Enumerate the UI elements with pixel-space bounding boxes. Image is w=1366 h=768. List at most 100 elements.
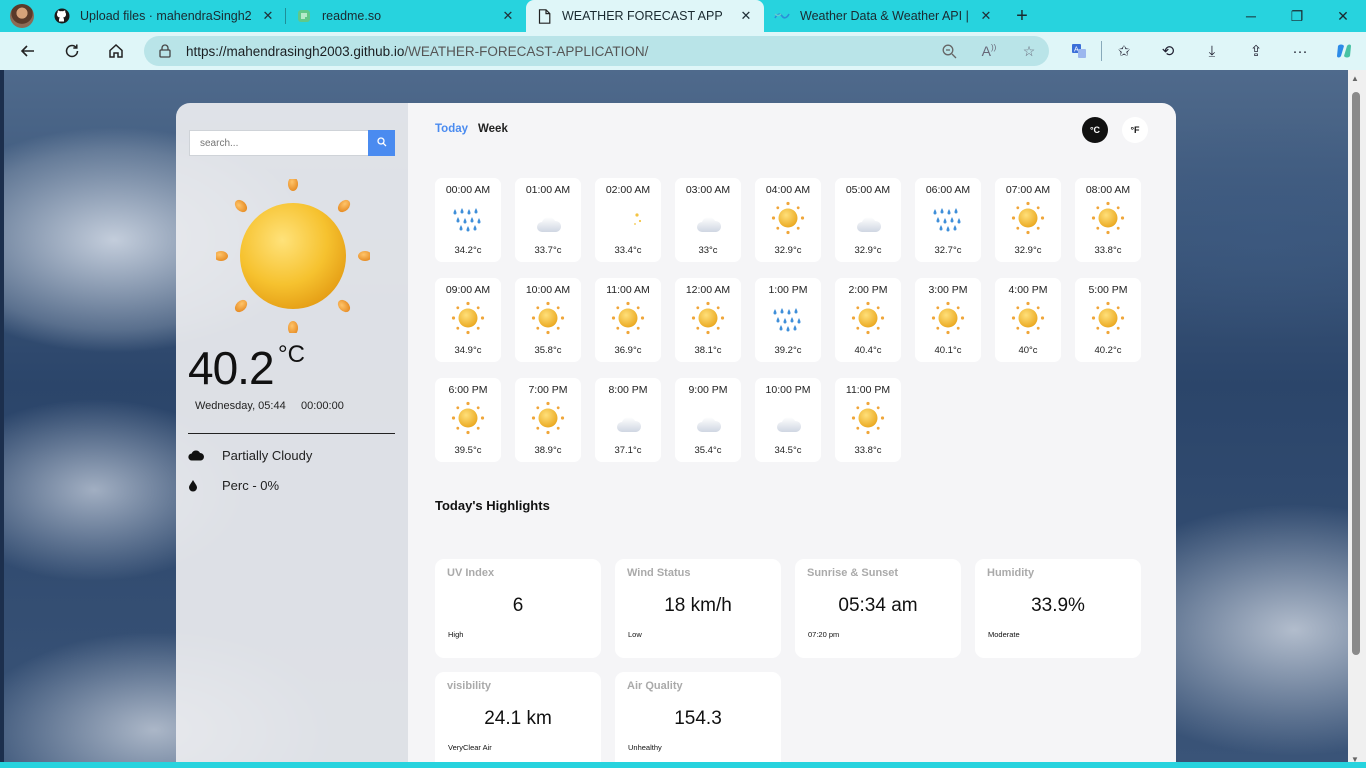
hour-time: 9:00 PM	[688, 384, 728, 396]
highlight-status: Unhealthy	[628, 743, 662, 752]
moon-cloud-icon	[690, 400, 726, 436]
hour-time: 3:00 PM	[928, 284, 968, 296]
hourly-card: 07:00 AM 32.9°c	[995, 178, 1061, 262]
history-icon[interactable]: ⟲	[1146, 32, 1190, 70]
weather-app-card: 40.2 °C Wednesday, 05:44 00:00:00 Partia…	[176, 103, 1176, 768]
highlight-status: Low	[628, 630, 642, 639]
favorite-star-icon[interactable]: ☆	[1009, 43, 1049, 60]
hour-temperature: 32.7°c	[934, 245, 962, 256]
browser-navbar: https://mahendrasingh2003.github.io/WEAT…	[0, 32, 1366, 70]
favorites-icon[interactable]: ✩	[1102, 32, 1146, 70]
translate-icon[interactable]: A	[1057, 32, 1101, 70]
read-aloud-icon[interactable]: A))	[969, 43, 1009, 59]
tab-today[interactable]: Today	[435, 123, 468, 135]
zoom-out-icon[interactable]	[929, 44, 969, 59]
hourly-card: 5:00 PM 40.2°c	[1075, 278, 1141, 362]
tab-visualcrossing[interactable]: Weather Data & Weather API | Vi ✕	[764, 0, 1004, 32]
refresh-icon[interactable]	[50, 32, 94, 70]
tab-readme[interactable]: readme.so ✕	[286, 0, 526, 32]
tab-title: Upload files · mahendraSingh200	[80, 9, 252, 23]
forecast-panel: Today Week °C °F 00:00 AM 34.2°c 01:00 AM 3…	[408, 103, 1176, 768]
hourly-card: 09:00 AM 34.9°c	[435, 278, 501, 362]
hourly-card: 4:00 PM 40°c	[995, 278, 1061, 362]
page-scrollbar[interactable]: ▲ ▼	[1348, 70, 1366, 768]
sun-icon	[610, 300, 646, 336]
search-button[interactable]	[368, 130, 395, 156]
search-input[interactable]	[189, 130, 368, 156]
scrollbar-thumb[interactable]	[1352, 92, 1360, 655]
highlight-value: 05:34 am	[838, 595, 918, 616]
hourly-card: 08:00 AM 33.8°c	[1075, 178, 1141, 262]
tab-title: readme.so	[322, 9, 382, 23]
search-bar	[189, 130, 395, 156]
new-tab-button[interactable]: +	[1004, 0, 1040, 32]
share-icon[interactable]: ⇪	[1234, 32, 1278, 70]
rain-icon	[930, 200, 966, 236]
condition-text: Partially Cloudy	[222, 447, 313, 463]
hour-time: 7:00 PM	[528, 384, 568, 396]
hour-temperature: 40°c	[1018, 345, 1038, 356]
highlight-value: 18 km/h	[664, 595, 732, 616]
highlight-status: VeryClear Air	[448, 743, 492, 752]
hour-time: 01:00 AM	[525, 184, 571, 196]
hour-time: 1:00 PM	[768, 284, 808, 296]
close-icon[interactable]: ✕	[738, 8, 754, 24]
hour-time: 02:00 AM	[605, 184, 651, 196]
hourly-card: 8:00 PM 37.1°c	[595, 378, 661, 462]
hour-time: 8:00 PM	[608, 384, 648, 396]
download-icon[interactable]: ⤓	[1190, 32, 1234, 70]
scroll-up-icon[interactable]: ▲	[1351, 74, 1359, 83]
highlight-label: UV Index	[447, 567, 495, 579]
window-close-icon[interactable]: ✕	[1320, 0, 1366, 32]
celsius-button[interactable]: °C	[1082, 117, 1108, 143]
lock-icon[interactable]	[144, 44, 186, 58]
moon-cloud-icon	[770, 400, 806, 436]
home-icon[interactable]	[94, 32, 138, 70]
copilot-icon[interactable]	[1322, 32, 1366, 70]
sun-icon	[690, 300, 726, 336]
sun-icon	[1010, 200, 1046, 236]
droplet-icon	[188, 479, 222, 492]
highlight-status: Moderate	[988, 630, 1020, 639]
moon-cloud-icon	[610, 400, 646, 436]
rain-icon	[450, 200, 486, 236]
search-icon	[376, 134, 387, 152]
hourly-card: 05:00 AM 32.9°c	[835, 178, 901, 262]
back-icon[interactable]	[6, 32, 50, 70]
hour-temperature: 40.2°c	[1094, 345, 1122, 356]
sun-icon	[214, 177, 372, 335]
sun-icon	[850, 300, 886, 336]
hour-temperature: 33.7°c	[534, 245, 562, 256]
minimize-icon[interactable]: ─	[1228, 0, 1274, 32]
address-bar[interactable]: https://mahendrasingh2003.github.io/WEAT…	[144, 36, 1049, 66]
hourly-card: 11:00 PM 33.8°c	[835, 378, 901, 462]
profile-button[interactable]	[0, 0, 44, 32]
hourly-card: 10:00 PM 34.5°c	[755, 378, 821, 462]
close-icon[interactable]: ✕	[978, 8, 994, 24]
hourly-card: 1:00 PM 39.2°c	[755, 278, 821, 362]
hour-time: 5:00 PM	[1088, 284, 1128, 296]
hour-temperature: 40.1°c	[934, 345, 962, 356]
hour-temperature: 34.2°c	[454, 245, 482, 256]
hourly-card: 7:00 PM 38.9°c	[515, 378, 581, 462]
tab-weather-app[interactable]: WEATHER FORECAST APP ✕	[526, 0, 764, 32]
hour-temperature: 39.5°c	[454, 445, 482, 456]
readme-icon	[296, 8, 312, 24]
highlight-label: Wind Status	[627, 567, 691, 579]
url-text[interactable]: https://mahendrasingh2003.github.io/WEAT…	[186, 44, 929, 59]
close-icon[interactable]: ✕	[260, 8, 276, 24]
more-icon[interactable]: ···	[1278, 32, 1322, 70]
precipitation-text: Perc - 0%	[222, 477, 280, 493]
hourly-card: 11:00 AM 36.9°c	[595, 278, 661, 362]
condition-row: Partially Cloudy	[188, 445, 312, 465]
divider	[188, 433, 395, 434]
hour-temperature: 35.4°c	[694, 445, 722, 456]
close-icon[interactable]: ✕	[500, 8, 516, 24]
air-quality-card: Air Quality 154.3 Unhealthy	[615, 672, 781, 768]
humidity-card: Humidity 33.9% Moderate	[975, 559, 1141, 658]
tab-github[interactable]: Upload files · mahendraSingh200 ✕	[44, 0, 286, 32]
restore-icon[interactable]: ❐	[1274, 0, 1320, 32]
tab-week[interactable]: Week	[478, 123, 508, 135]
fahrenheit-button[interactable]: °F	[1122, 117, 1148, 143]
hour-time: 03:00 AM	[685, 184, 731, 196]
